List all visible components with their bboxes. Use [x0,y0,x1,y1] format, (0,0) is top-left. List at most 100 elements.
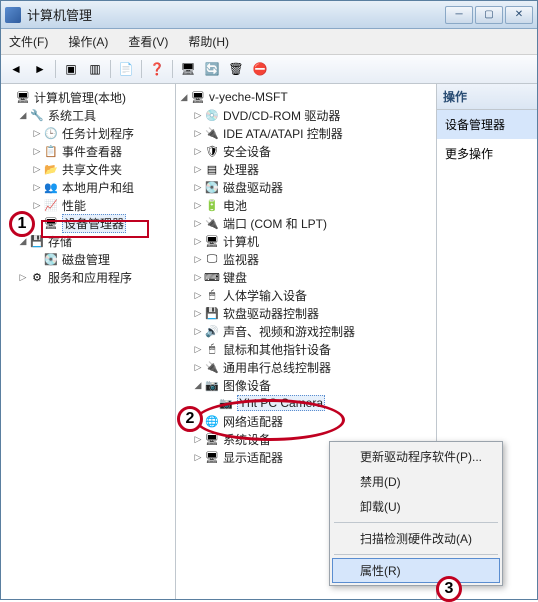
expand-icon[interactable]: ▷ [192,218,204,229]
tree-performance[interactable]: ▷ 性能 [3,196,173,214]
port-icon [204,215,220,231]
device-ports[interactable]: ▷端口 (COM 和 LPT) [178,214,434,232]
menu-file[interactable]: 文件(F) [5,31,52,52]
expand-icon[interactable]: ▷ [192,326,204,337]
tree-shared-folders[interactable]: ▷ 共享文件夹 [3,160,173,178]
expand-icon[interactable]: ▷ [31,164,43,175]
device-host[interactable]: ◢ v-yeche-MSFT [178,88,434,106]
tree-disk-mgmt[interactable]: 磁盘管理 [3,250,173,268]
uninstall-button[interactable]: 🗑 [225,58,247,80]
back-button[interactable]: ◄ [5,58,27,80]
expand-icon[interactable]: ▷ [192,452,204,463]
hid-icon [204,287,220,303]
ctx-separator [334,522,498,523]
expand-icon[interactable]: ▷ [192,344,204,355]
show-hide-tree-button[interactable]: ▥ [84,58,106,80]
battery-label: 电池 [223,197,247,214]
expand-icon[interactable]: ▷ [31,128,43,139]
users-icon [43,179,59,195]
maximize-button[interactable]: ▢ [475,6,503,24]
device-computer[interactable]: ▷计算机 [178,232,434,250]
expand-icon[interactable]: ▷ [192,308,204,319]
tree-local-users[interactable]: ▷ 本地用户和组 [3,178,173,196]
device-sound[interactable]: ▷声音、视频和游戏控制器 [178,322,434,340]
scan-hardware-button[interactable]: 🖥 [177,58,199,80]
expand-icon[interactable]: ▷ [17,272,29,283]
expand-icon[interactable]: ▷ [31,182,43,193]
expand-icon[interactable]: ▷ [192,146,204,157]
expand-icon[interactable]: ▷ [192,164,204,175]
device-disk[interactable]: ▷ 磁盘驱动器 [178,178,434,196]
forward-button[interactable]: ► [29,58,51,80]
disable-button[interactable]: ⛔ [249,58,271,80]
expand-icon[interactable]: ▷ [192,254,204,265]
mouse-label: 鼠标和其他指针设备 [223,341,331,358]
device-cpu[interactable]: ▷处理器 [178,160,434,178]
fdc-label: 软盘驱动器控制器 [223,305,319,322]
ctx-disable[interactable]: 禁用(D) [332,469,500,494]
dvd-label: DVD/CD-ROM 驱动器 [223,107,340,124]
device-monitor[interactable]: ▷监视器 [178,250,434,268]
device-security[interactable]: ▷安全设备 [178,142,434,160]
device-hid[interactable]: ▷人体学输入设备 [178,286,434,304]
menu-help[interactable]: 帮助(H) [184,31,233,52]
device-dvd[interactable]: ▷ DVD/CD-ROM 驱动器 [178,106,434,124]
device-mouse[interactable]: ▷ 鼠标和其他指针设备 [178,340,434,358]
console-tree: 计算机管理(本地) ◢ 系统工具 ▷ 任务计划程序 ▷ 事件查看器 [1,84,175,290]
dvd-icon [204,107,220,123]
disk-label: 磁盘驱动器 [223,179,283,196]
actions-more[interactable]: 更多操作 [437,139,537,168]
expand-icon[interactable]: ▷ [31,200,43,211]
expand-icon[interactable]: ▷ [31,146,43,157]
actions-context[interactable]: 设备管理器 [437,110,537,139]
expand-icon[interactable]: ▷ [192,362,204,373]
ctx-properties[interactable]: 属性(R) [332,558,500,583]
computer-icon [204,233,220,249]
event-viewer-label: 事件查看器 [62,143,122,160]
up-button[interactable]: ▣ [60,58,82,80]
ctx-uninstall[interactable]: 卸载(U) [332,494,500,519]
help-button[interactable]: ❓ [146,58,168,80]
close-button[interactable]: ✕ [505,6,533,24]
expand-icon[interactable]: ▷ [192,236,204,247]
tree-task-scheduler[interactable]: ▷ 任务计划程序 [3,124,173,142]
performance-icon [43,197,59,213]
device-usb[interactable]: ▷通用串行总线控制器 [178,358,434,376]
storage-icon [29,233,45,249]
tree-services[interactable]: ▷ 服务和应用程序 [3,268,173,286]
expand-icon[interactable]: ▷ [192,128,204,139]
tree-system-tools[interactable]: ◢ 系统工具 [3,106,173,124]
sound-icon [204,323,220,339]
imaging-label: 图像设备 [223,377,271,394]
device-camera[interactable]: Yht PC Camera [178,394,434,412]
device-fdc[interactable]: ▷ 软盘驱动器控制器 [178,304,434,322]
ctx-scan[interactable]: 扫描检测硬件改动(A) [332,526,500,551]
device-ide[interactable]: ▷IDE ATA/ATAPI 控制器 [178,124,434,142]
ctx-update-driver[interactable]: 更新驱动程序软件(P)... [332,444,500,469]
device-network[interactable]: ▷网络适配器 [178,412,434,430]
tree-root[interactable]: 计算机管理(本地) [3,88,173,106]
menu-view[interactable]: 查看(V) [124,31,172,52]
minimize-button[interactable]: ─ [445,6,473,24]
device-imaging[interactable]: ◢ 图像设备 [178,376,434,394]
expand-icon[interactable]: ▷ [192,110,204,121]
expand-icon[interactable]: ▷ [192,290,204,301]
device-battery[interactable]: ▷ 电池 [178,196,434,214]
collapse-icon[interactable]: ◢ [192,380,204,391]
system-label: 系统设备 [223,431,271,448]
device-keyboard[interactable]: ▷键盘 [178,268,434,286]
network-label: 网络适配器 [223,413,283,430]
expand-icon[interactable]: ▷ [192,200,204,211]
webcam-icon [218,395,234,411]
collapse-icon[interactable]: ◢ [17,110,29,121]
tree-event-viewer[interactable]: ▷ 事件查看器 [3,142,173,160]
expand-icon[interactable]: ▷ [192,272,204,283]
update-driver-button[interactable]: 🔄 [201,58,223,80]
menu-action[interactable]: 操作(A) [64,31,112,52]
collapse-icon[interactable]: ◢ [17,236,29,247]
collapse-icon[interactable]: ◢ [178,92,190,103]
expand-icon[interactable]: ▷ [192,434,204,445]
usb-icon [204,359,220,375]
properties-button[interactable]: 📄 [115,58,137,80]
expand-icon[interactable]: ▷ [192,182,204,193]
